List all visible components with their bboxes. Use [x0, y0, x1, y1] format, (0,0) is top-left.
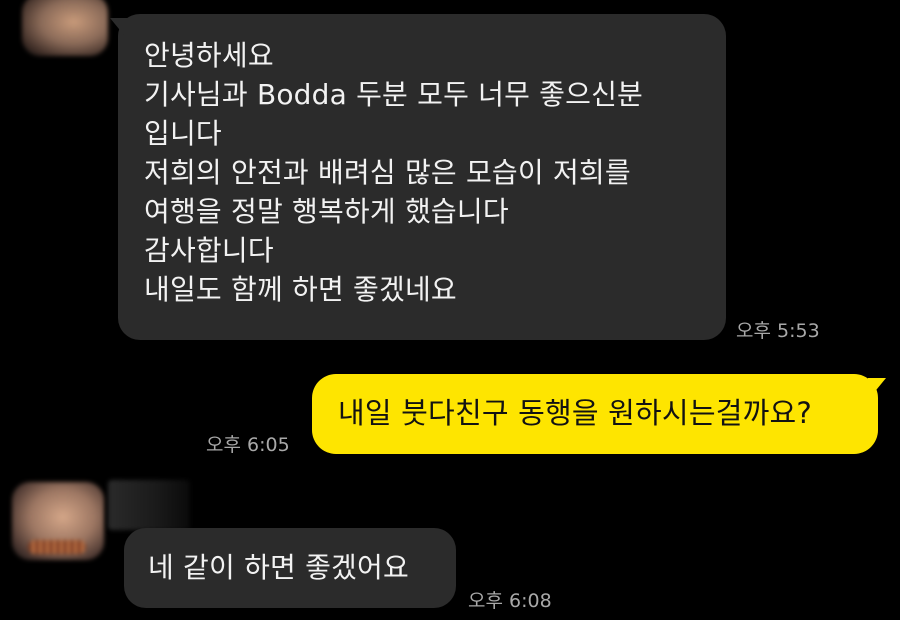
bubble-tail — [868, 378, 886, 400]
sender-avatar[interactable] — [12, 482, 104, 560]
message-line: 입니다 — [144, 117, 222, 150]
message-timestamp: 오후 6:08 — [468, 590, 552, 612]
message-timestamp: 오후 6:05 — [206, 434, 290, 456]
message-line: 기사님과 Bodda 두분 모두 너무 좋으신분 — [144, 78, 643, 111]
avatar-image-detail — [28, 540, 86, 554]
message-line: 여행을 정말 행복하게 했습니다 — [144, 195, 509, 228]
message-timestamp: 오후 5:53 — [736, 320, 820, 342]
message-line: 내일도 함께 하면 좋겠네요 — [144, 273, 457, 306]
sender-name-blurred — [108, 480, 190, 530]
message-line: 안녕하세요 — [144, 39, 274, 72]
bubble-tail — [110, 18, 128, 40]
message-bubble-incoming[interactable]: 안녕하세요 기사님과 Bodda 두분 모두 너무 좋으신분 입니다 저희의 안… — [110, 14, 726, 340]
message-text: 내일 붓다친구 동행을 원하시는걸까요? — [338, 396, 812, 430]
message-line: 감사합니다 — [144, 234, 274, 267]
message-line: 저희의 안전과 배려심 많은 모습이 저희를 — [144, 156, 631, 189]
message-text: 네 같이 하면 좋겠어요 — [148, 551, 409, 584]
sender-avatar[interactable] — [22, 0, 108, 56]
message-bubble-outgoing[interactable]: 내일 붓다친구 동행을 원하시는걸까요? — [312, 374, 886, 454]
message-bubble-incoming[interactable]: 네 같이 하면 좋겠어요 — [124, 528, 456, 608]
